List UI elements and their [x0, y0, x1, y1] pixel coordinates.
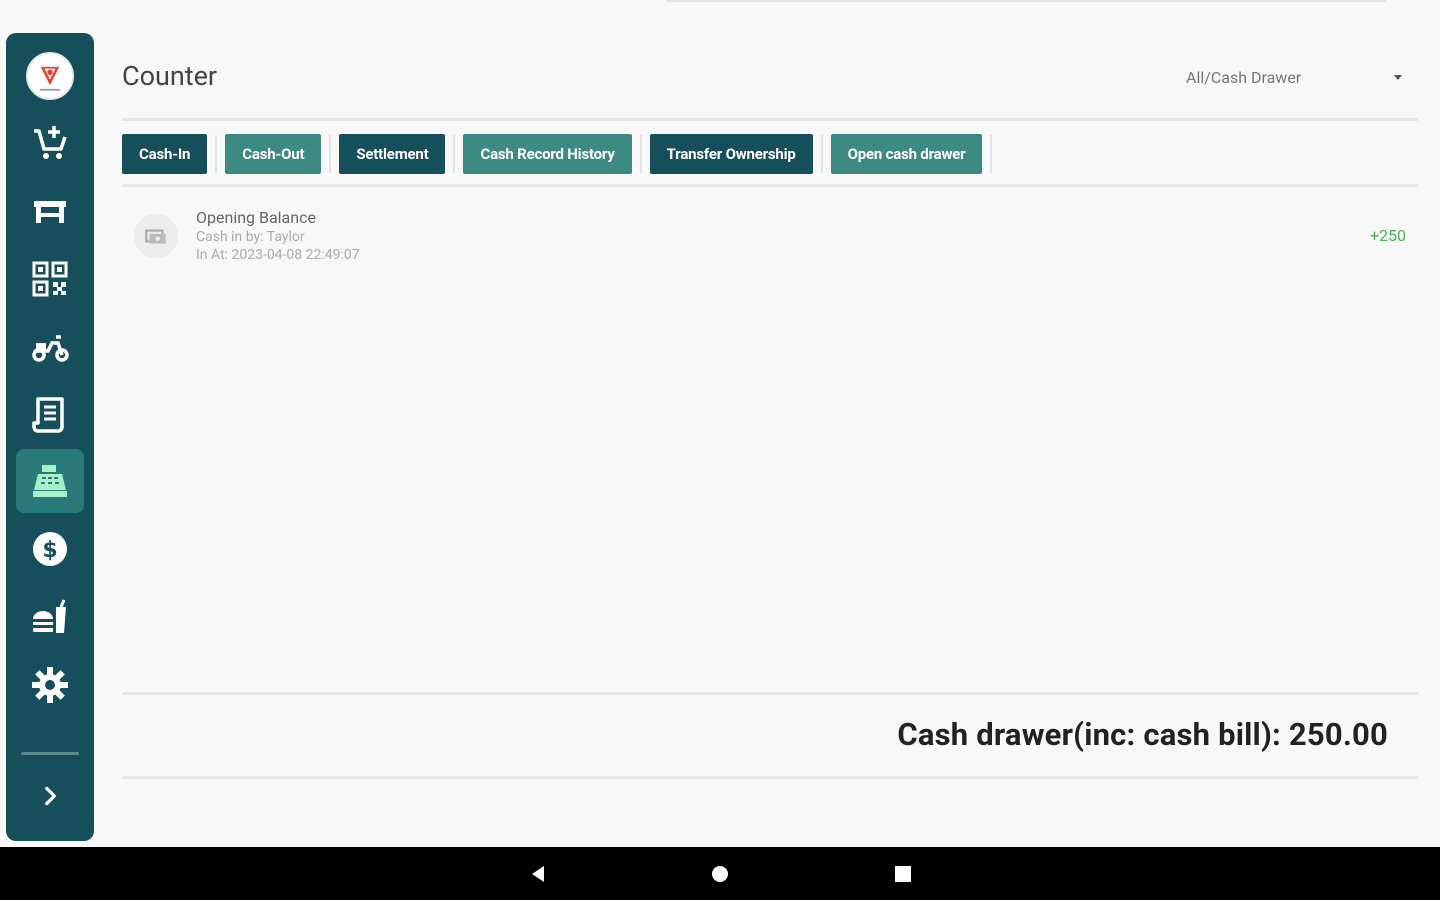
record-amount: +250: [1369, 226, 1406, 245]
sidebar-item-menu[interactable]: [16, 585, 84, 649]
record-timestamp: In At: 2023-04-08 22:49:07: [196, 247, 360, 263]
record-cashier: Cash in by: Taylor: [196, 229, 305, 245]
system-back-button[interactable]: [508, 847, 568, 900]
record-title: Opening Balance: [196, 208, 316, 227]
system-home-button[interactable]: [690, 847, 750, 900]
transfer-ownership-button[interactable]: Transfer Ownership: [649, 134, 813, 174]
system-navigation-bar: [0, 847, 1440, 900]
settlement-button[interactable]: Settlement: [339, 134, 446, 174]
sidebar-item-settings[interactable]: [16, 653, 84, 717]
header-divider: [122, 118, 1418, 121]
cash-out-button[interactable]: Cash-Out: [225, 134, 322, 174]
cash-drawer-select[interactable]: All/Cash Drawer: [1176, 62, 1406, 92]
toolbar-separator: [453, 135, 456, 173]
summary-bottom-divider: [122, 776, 1418, 779]
system-recents-button[interactable]: [873, 847, 933, 900]
page-title: Counter: [122, 60, 218, 92]
app-logo[interactable]: [26, 52, 74, 100]
table-icon: [34, 201, 66, 223]
cash-register-icon: [33, 465, 67, 497]
cart-add-icon: [34, 126, 67, 159]
toolbar-separator: [639, 135, 642, 173]
sidebar-item-cart[interactable]: [16, 111, 84, 175]
cash-in-button[interactable]: Cash-In: [122, 134, 208, 174]
summary-top-divider: [122, 692, 1418, 695]
sidebar-item-delivery[interactable]: [16, 315, 84, 379]
home-circle-icon: [712, 865, 728, 882]
sidebar-divider: [21, 752, 79, 755]
toolbar-divider: [122, 184, 1418, 187]
cash-drawer-select-value: All/Cash Drawer: [1186, 67, 1302, 87]
list-item[interactable]: Opening Balance Cash in by: Taylor In At…: [122, 206, 1412, 270]
action-toolbar: Cash-In Cash-Out Settlement Cash Record …: [122, 133, 1000, 175]
cash-bill-icon: [134, 214, 178, 258]
cash-record-history-button[interactable]: Cash Record History: [463, 134, 632, 174]
receipt-icon: [32, 397, 64, 433]
chevron-right-icon: [45, 786, 56, 806]
toolbar-separator: [329, 135, 332, 173]
back-triangle-icon: [532, 865, 544, 882]
sidebar-item-orders[interactable]: [16, 383, 84, 447]
top-divider: [666, 0, 1386, 2]
open-cash-drawer-button[interactable]: Open cash drawer: [830, 134, 983, 174]
sidebar-item-qr[interactable]: [16, 247, 84, 311]
recents-square-icon: [895, 865, 911, 882]
sidebar-item-payments[interactable]: $: [16, 517, 84, 581]
svg-text:$: $: [42, 538, 57, 563]
gear-icon: [32, 667, 68, 703]
cash-drawer-total: Cash drawer(inc: cash bill): 250.00: [897, 716, 1388, 753]
toolbar-separator: [820, 135, 823, 173]
dollar-icon: $: [33, 532, 67, 566]
toolbar-separator: [990, 135, 993, 173]
toolbar-separator: [215, 135, 218, 173]
food-icon: [33, 599, 66, 633]
qr-code-icon: [32, 261, 68, 297]
sidebar-item-counter[interactable]: [16, 449, 84, 513]
dropdown-caret-icon: [1394, 74, 1402, 80]
sidebar: $: [6, 33, 94, 841]
sidebar-item-tables[interactable]: [16, 179, 84, 243]
expand-sidebar-button[interactable]: [30, 773, 70, 819]
scooter-icon: [32, 335, 69, 362]
